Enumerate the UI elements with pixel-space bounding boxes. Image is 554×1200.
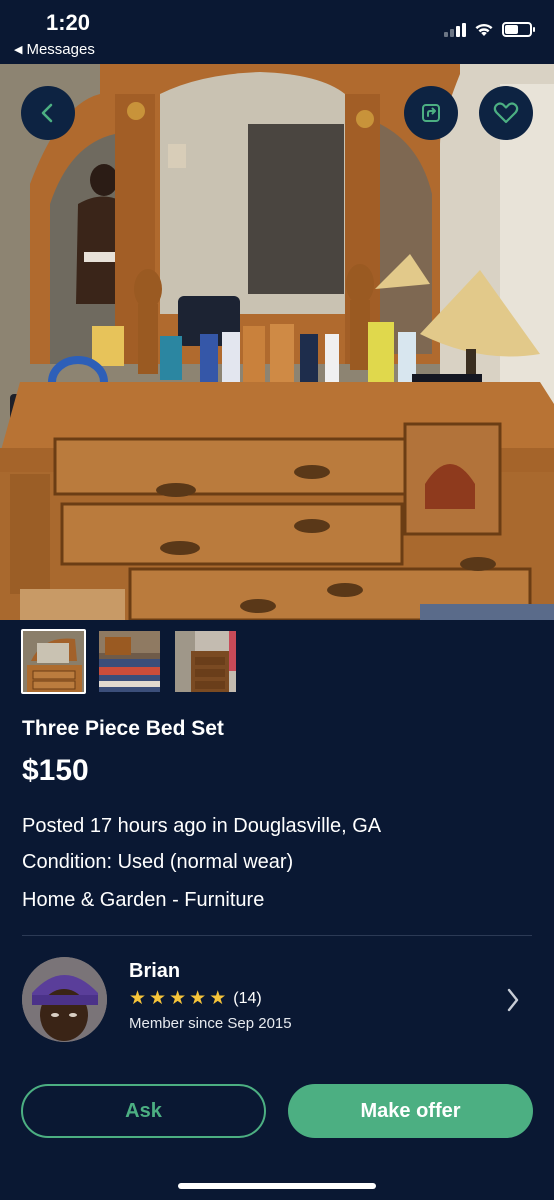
avatar — [22, 957, 107, 1042]
listing-photo[interactable] — [0, 64, 554, 620]
ask-button[interactable]: Ask — [21, 1084, 266, 1138]
back-button[interactable] — [21, 86, 75, 140]
share-icon — [422, 104, 440, 122]
back-to-messages[interactable]: ◀ Messages — [14, 41, 95, 58]
seller-card[interactable]: Brian ★ ★ ★ ★ ★ (14) Member since Sep 20… — [0, 955, 554, 1047]
chevron-right-icon[interactable] — [506, 987, 520, 1013]
thumbnail-3[interactable] — [173, 629, 238, 694]
heart-icon — [493, 102, 519, 124]
listing-posted: Posted 17 hours ago in Douglasville, GA — [22, 815, 382, 837]
home-indicator[interactable] — [178, 1183, 376, 1189]
listing-title: Three Piece Bed Set — [22, 717, 224, 740]
share-button[interactable] — [404, 86, 458, 140]
listing-price: $150 — [22, 754, 89, 787]
battery-icon — [502, 22, 535, 37]
seller-rating: ★ ★ ★ ★ ★ (14) — [129, 989, 262, 1008]
back-triangle-icon: ◀ — [14, 44, 23, 56]
star-icon: ★ — [129, 988, 147, 1009]
signal-icon — [444, 22, 466, 37]
make-offer-button[interactable]: Make offer — [288, 1084, 533, 1138]
photo-thumbnails — [21, 629, 238, 694]
listing-category: Home & Garden - Furniture — [22, 889, 265, 911]
favorite-button[interactable] — [479, 86, 533, 140]
member-since: Member since Sep 2015 — [129, 1015, 292, 1032]
divider — [22, 935, 532, 936]
star-icon: ★ — [169, 988, 187, 1009]
chevron-left-icon — [41, 103, 53, 123]
status-time: 1:20 — [46, 10, 91, 35]
thumbnail-1[interactable] — [21, 629, 86, 694]
star-icon: ★ — [209, 988, 227, 1009]
wifi-icon — [475, 23, 493, 36]
star-icon: ★ — [189, 988, 207, 1009]
listing-condition: Condition: Used (normal wear) — [22, 851, 294, 873]
thumbnail-2[interactable] — [97, 629, 162, 694]
rating-count: (14) — [233, 989, 262, 1007]
status-icons — [444, 22, 535, 37]
star-icon: ★ — [149, 988, 167, 1009]
status-bar: 1:20 ◀ Messages — [0, 0, 554, 64]
back-app-label: Messages — [26, 41, 95, 58]
seller-name: Brian — [129, 960, 181, 982]
